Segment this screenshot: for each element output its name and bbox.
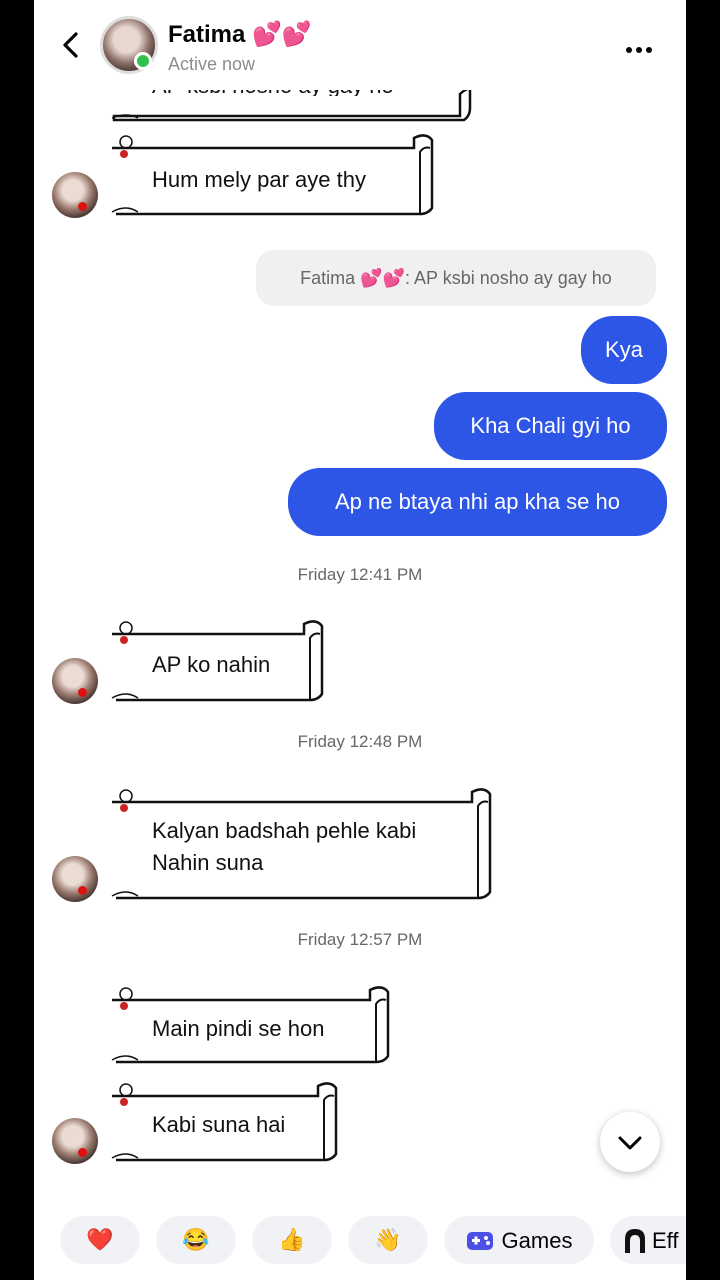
games-button[interactable]: Games — [444, 1216, 594, 1264]
chevron-down-icon — [618, 1136, 642, 1150]
sent-message[interactable]: Kya — [581, 316, 667, 384]
timestamp: Friday 12:41 PM — [297, 565, 423, 584]
timestamp: Friday 12:57 PM — [297, 930, 423, 949]
heart-icon: ❤️ — [86, 1227, 114, 1252]
gamepad-icon — [466, 1232, 493, 1251]
chat-header: Fatima 💕💕 Active now — [34, 0, 686, 90]
wave-button[interactable]: 👋 — [348, 1216, 428, 1264]
reply-preview[interactable]: Fatima 💕💕: AP ksbi nosho ay gay ho — [256, 250, 656, 306]
quick-reply-bar: ❤️ 😂 👍 👋 Games Eff — [34, 1210, 686, 1270]
effects-icon — [625, 1229, 645, 1254]
laughing-face-icon: 😂 — [182, 1227, 210, 1252]
waving-hand-icon: 👋 — [374, 1227, 402, 1252]
games-label: Games — [501, 1228, 573, 1254]
more-options-icon[interactable] — [626, 40, 660, 53]
effects-label: Eff — [652, 1228, 679, 1254]
sent-message[interactable]: Kha Chali gyi ho — [434, 392, 667, 460]
contact-name[interactable]: Fatima 💕💕 — [168, 20, 312, 49]
active-status: Active now — [168, 54, 256, 74]
contact-avatar — [52, 658, 98, 704]
contact-avatar — [52, 1118, 98, 1164]
message-text: Hum mely par aye thy — [152, 167, 366, 192]
online-status-icon — [134, 52, 152, 70]
contact-avatar — [52, 172, 98, 218]
timestamp: Friday 12:48 PM — [297, 732, 423, 751]
messenger-screen: AP ksbi nosho ay gay ho Hum mely par aye… — [34, 0, 686, 1280]
message-text: Main pindi se hon — [152, 1016, 325, 1041]
laugh-reaction-button[interactable]: 😂 — [156, 1216, 236, 1264]
scroll-to-bottom-button[interactable] — [600, 1112, 660, 1172]
contact-avatar — [52, 856, 98, 902]
thumbs-up-button[interactable]: 👍 — [252, 1216, 332, 1264]
sent-message[interactable]: Ap ne btaya nhi ap kha se ho — [288, 468, 667, 536]
message-text: Kalyan badshah pehle kabi Nahin suna — [152, 818, 417, 875]
message-text: AP ko nahin — [152, 652, 271, 677]
message-thread[interactable]: AP ksbi nosho ay gay ho Hum mely par aye… — [34, 0, 686, 1200]
thumbs-up-icon: 👍 — [278, 1227, 306, 1252]
effects-button[interactable]: Eff — [610, 1216, 686, 1264]
message-text: Kabi suna hai — [152, 1112, 286, 1137]
heart-reaction-button[interactable]: ❤️ — [60, 1216, 140, 1264]
back-arrow-icon[interactable] — [56, 28, 86, 62]
